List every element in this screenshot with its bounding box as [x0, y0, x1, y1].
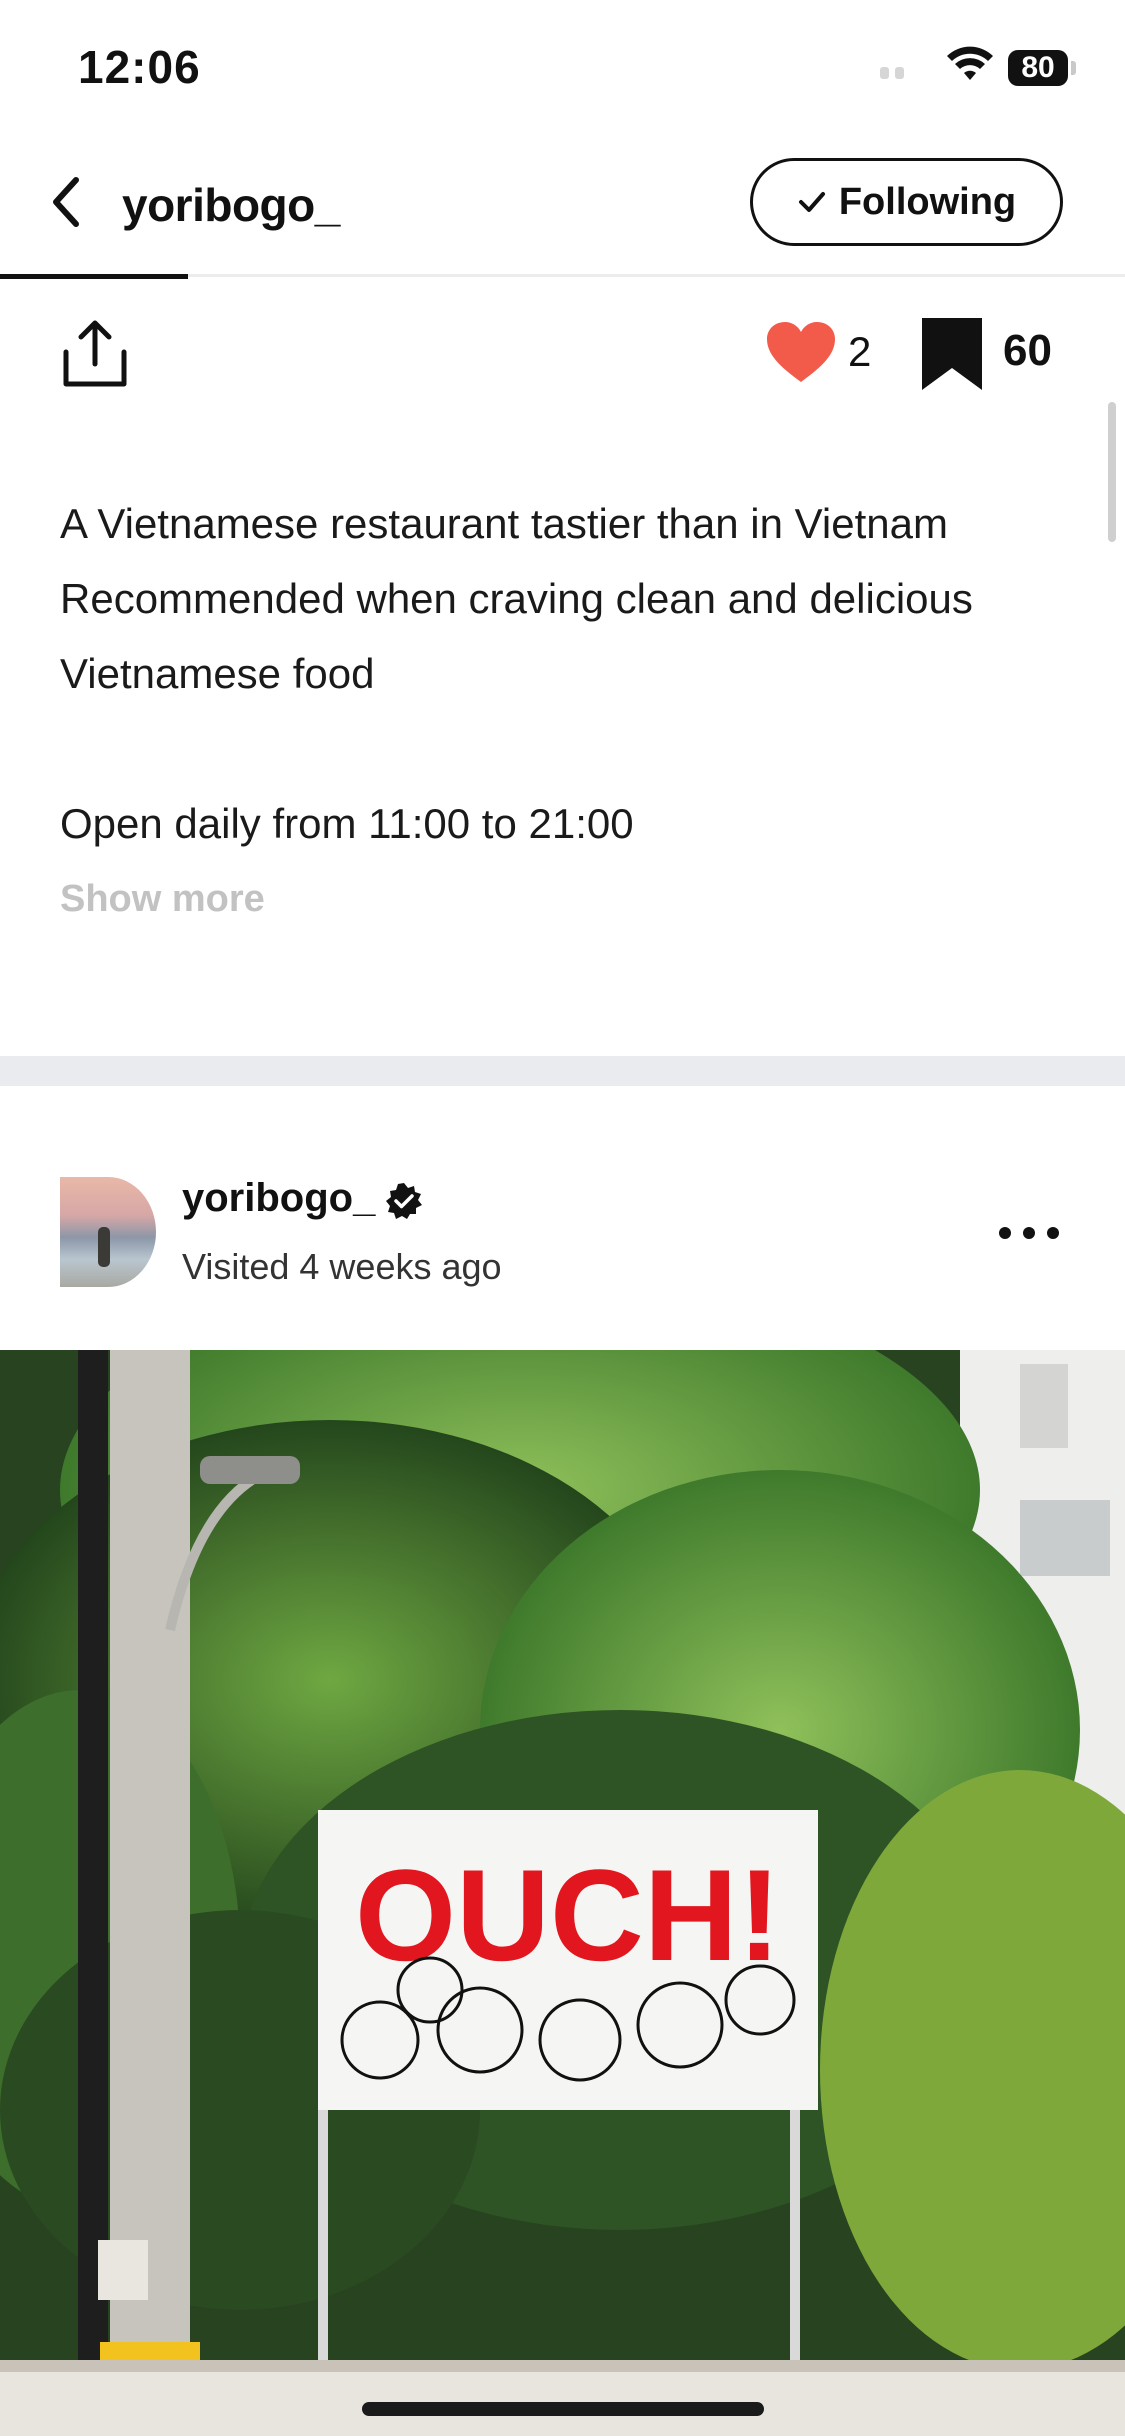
post-photo[interactable]: OUCH! — [0, 1350, 1125, 2436]
share-button[interactable] — [60, 318, 130, 390]
ellipsis-icon — [999, 1227, 1059, 1239]
chevron-left-icon — [53, 177, 79, 227]
save-count: 60 — [1003, 326, 1052, 375]
sign-text: OUCH! — [355, 1842, 781, 1988]
scrollbar-thumb[interactable] — [1108, 402, 1116, 542]
like-count: 2 — [848, 328, 872, 375]
status-time: 12:06 — [78, 41, 201, 93]
check-icon — [798, 192, 825, 212]
header-active-indicator — [0, 274, 188, 279]
visit-meta: Visited 4 weeks ago — [182, 1246, 502, 1287]
heart-icon[interactable] — [765, 320, 837, 389]
description-line: Recommended when craving clean and delic… — [60, 575, 973, 622]
battery-icon: 80 — [1008, 50, 1068, 86]
opening-hours: Open daily from 11:00 to 21:00 — [60, 800, 634, 847]
following-button[interactable]: Following — [750, 158, 1063, 246]
verified-badge-icon — [385, 1182, 423, 1225]
wifi-icon — [944, 44, 996, 89]
cellular-signal-icon — [880, 66, 910, 84]
post-username[interactable]: yoribogo_ — [182, 1176, 375, 1221]
post-description: A Vietnamese restaurant tastier than in … — [60, 486, 1070, 711]
header-title: yoribogo_ — [122, 179, 340, 231]
share-icon — [63, 320, 127, 387]
show-more-link[interactable]: Show more — [60, 878, 265, 921]
avatar[interactable] — [60, 1177, 156, 1287]
section-separator — [0, 1056, 1125, 1086]
back-button[interactable] — [42, 172, 94, 232]
description-line: A Vietnamese restaurant tastier than in … — [60, 500, 948, 547]
battery-nub — [1071, 61, 1076, 75]
home-indicator[interactable] — [362, 2402, 764, 2416]
bookmark-icon[interactable] — [921, 318, 983, 395]
description-line: Vietnamese food — [60, 650, 375, 697]
following-label: Following — [838, 180, 1017, 223]
more-options-button[interactable] — [994, 1212, 1064, 1254]
